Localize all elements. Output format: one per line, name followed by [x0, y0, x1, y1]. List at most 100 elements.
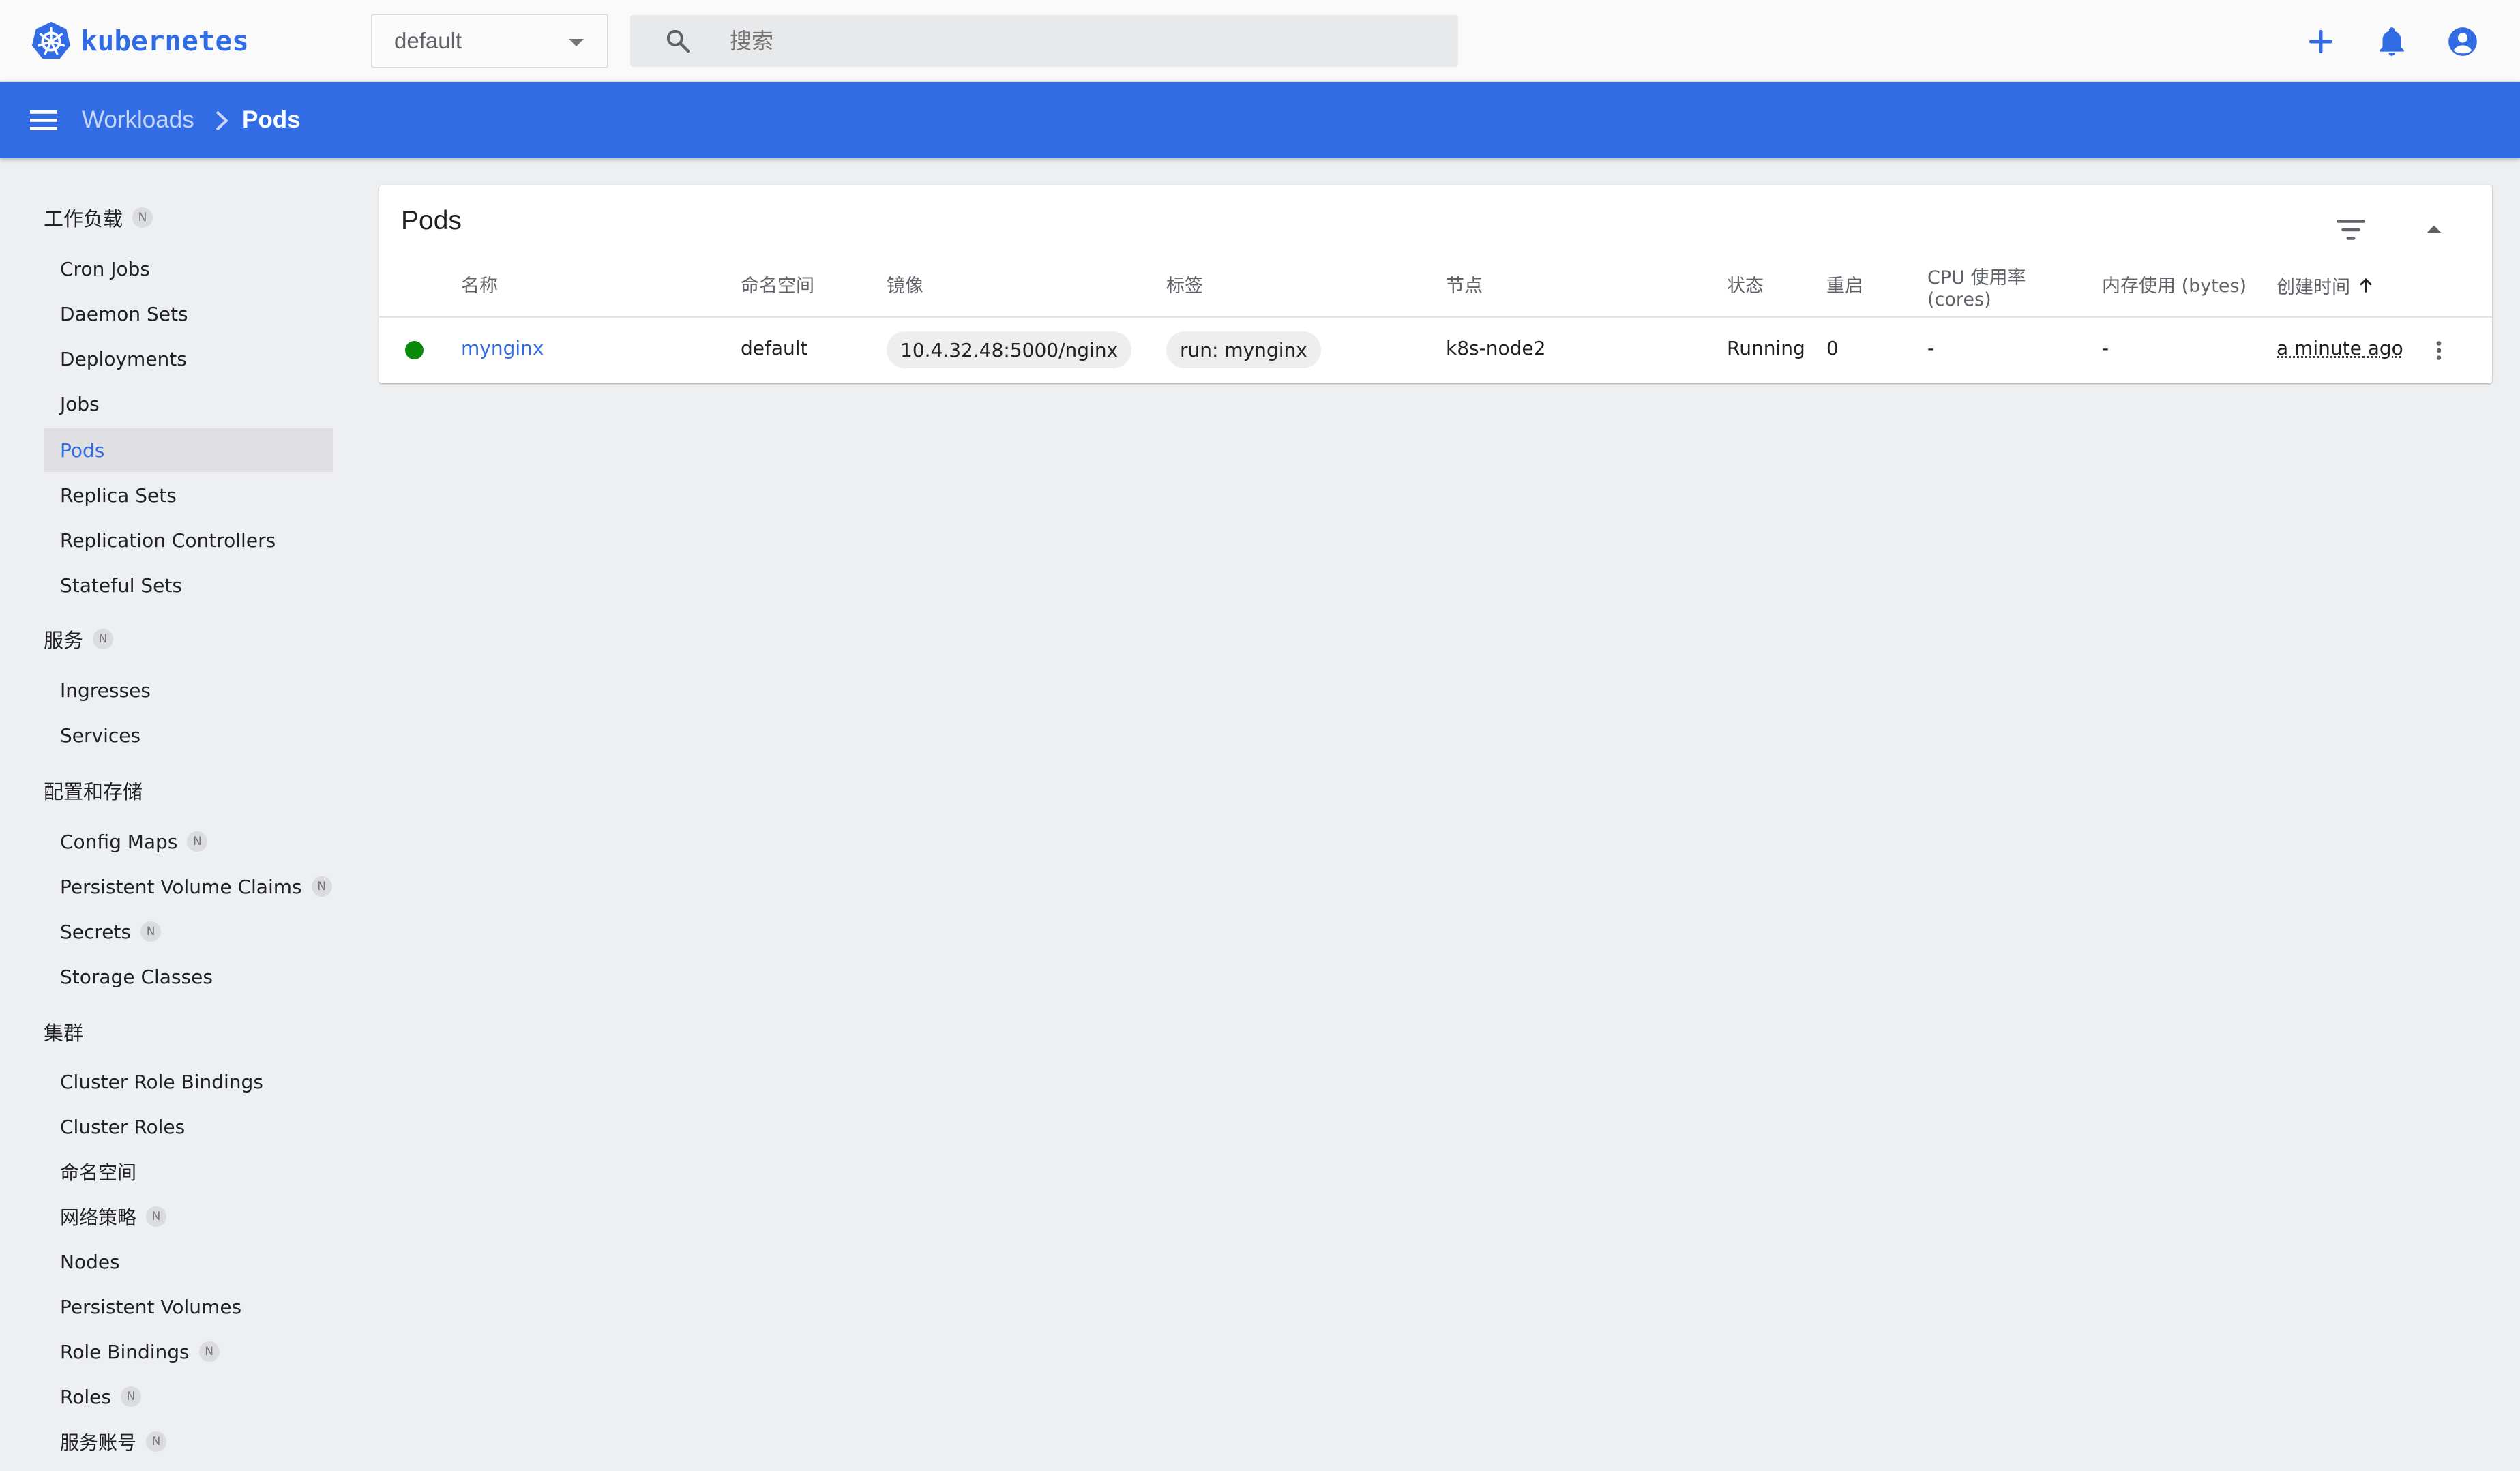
column-header-name[interactable]: 名称 — [461, 276, 498, 297]
sidebar-item-config-maps[interactable]: Config Maps N — [44, 820, 333, 863]
sort-ascending-icon — [2360, 278, 2371, 293]
account-button[interactable] — [2446, 25, 2480, 59]
column-header-cpu: CPU 使用率 (cores) — [1927, 267, 2026, 311]
sidebar-item-replica-sets[interactable]: Replica Sets — [44, 473, 333, 517]
sidebar-item-cron-jobs[interactable]: Cron Jobs — [44, 247, 333, 291]
sidebar-item-persistent-volume-claims[interactable]: Persistent Volume Claims N — [44, 865, 333, 908]
search-icon[interactable] — [664, 27, 692, 55]
search-bar — [630, 15, 1458, 67]
sidebar-item-nodes[interactable]: Nodes — [44, 1240, 333, 1283]
namespaced-badge: N — [140, 921, 162, 942]
column-header-cpu-line1: CPU 使用率 — [1927, 267, 2026, 288]
sidebar-item-label: Config Maps — [60, 830, 178, 853]
sidebar-item-persistent-volumes[interactable]: Persistent Volumes — [44, 1285, 333, 1328]
breadcrumb-workloads[interactable]: Workloads — [82, 106, 194, 134]
sidebar-item-label: Replica Sets — [60, 484, 177, 507]
sidebar-item-role-bindings[interactable]: Role Bindings N — [44, 1330, 333, 1373]
sidebar-item-label: 命名空间 — [60, 1161, 137, 1184]
collapse-icon[interactable] — [2417, 213, 2451, 247]
menu-icon[interactable] — [29, 106, 59, 134]
column-header-memory: 内存使用 (bytes) — [2102, 276, 2247, 297]
column-header-status[interactable]: 状态 — [1727, 276, 1764, 297]
pod-status: Running — [1727, 337, 1805, 359]
kubernetes-logo[interactable]: kubernetes — [30, 20, 249, 61]
sidebar-item-label: Secrets — [60, 920, 132, 943]
column-header-created[interactable]: 创建时间 — [2277, 276, 2375, 299]
brand-name: kubernetes — [80, 25, 249, 57]
sidebar-item-label: Persistent Volume Claims — [60, 875, 302, 898]
pod-namespace: default — [741, 337, 808, 359]
sidebar-section-cluster[interactable]: 集群 — [44, 1017, 83, 1046]
label-chip: run: mynginx — [1166, 331, 1321, 368]
search-input[interactable] — [730, 23, 1439, 59]
sidebar-item-jobs[interactable]: Jobs — [44, 382, 333, 426]
sidebar-item-cluster-roles[interactable]: Cluster Roles — [44, 1105, 333, 1148]
column-header-node[interactable]: 节点 — [1446, 276, 1483, 297]
sidebar-item-ingresses[interactable]: Ingresses — [44, 668, 333, 712]
status-running-icon — [405, 341, 424, 359]
column-header-restarts[interactable]: 重启 — [1826, 276, 1863, 297]
top-toolbar: kubernetes default — [0, 0, 2520, 82]
filter-icon[interactable] — [2334, 213, 2368, 247]
sidebar-item-label: Pods — [60, 439, 105, 462]
plus-icon — [2309, 29, 2333, 54]
sidebar-section-label: 配置和存储 — [44, 780, 143, 803]
namespaced-badge: N — [120, 1386, 141, 1407]
pods-card: Pods 名称 命名空间 镜像 标签 节点 状态 重启 CPU 使用率 (cor… — [379, 185, 2492, 383]
sidebar-section-label: 工作负载 — [44, 207, 123, 231]
notifications-button[interactable] — [2375, 25, 2409, 59]
sidebar-item-label: Persistent Volumes — [60, 1295, 242, 1318]
sidebar-item-cluster-role-bindings[interactable]: Cluster Role Bindings — [44, 1060, 333, 1103]
sidebar-item-label: Nodes — [60, 1250, 120, 1273]
sidebar-item-daemon-sets[interactable]: Daemon Sets — [44, 292, 333, 336]
namespaced-badge: N — [198, 1341, 220, 1362]
header-divider — [379, 316, 2492, 318]
sidebar-item-replication-controllers[interactable]: Replication Controllers — [44, 518, 333, 562]
sidebar-section-label: 集群 — [44, 1022, 84, 1045]
more-vert-icon[interactable] — [2427, 337, 2451, 364]
namespaced-badge: N — [146, 1431, 167, 1452]
kubernetes-wheel-icon — [31, 21, 71, 59]
sidebar-section-label: 服务 — [44, 629, 84, 652]
column-header-created-label: 创建时间 — [2277, 277, 2350, 298]
dropdown-caret-icon — [569, 39, 584, 46]
namespace-select-value: default — [394, 28, 462, 53]
namespace-select[interactable]: default — [371, 14, 608, 68]
sidebar-item-network-policies[interactable]: 网络策略 N — [44, 1195, 333, 1238]
sidebar-section-services[interactable]: 服务 N — [44, 625, 114, 653]
sidebar-item-label: Jobs — [60, 392, 100, 415]
sidebar-item-label: Ingresses — [60, 679, 151, 702]
sidebar-section-workloads[interactable]: 工作负载 N — [44, 203, 153, 232]
sidebar-item-deployments[interactable]: Deployments — [44, 337, 333, 381]
sidebar-item-label: 服务账号 — [60, 1431, 137, 1454]
sidebar-item-label: Cluster Role Bindings — [60, 1070, 263, 1093]
namespaced-badge: N — [187, 831, 208, 852]
sidebar-item-roles[interactable]: Roles N — [44, 1375, 333, 1418]
column-header-labels: 标签 — [1166, 276, 1203, 297]
sidebar-item-storage-classes[interactable]: Storage Classes — [44, 955, 333, 998]
sidebar-section-config-storage[interactable]: 配置和存储 — [44, 776, 143, 805]
sidebar-item-label: Cluster Roles — [60, 1115, 186, 1138]
sidebar-item-label: Roles — [60, 1385, 111, 1408]
column-header-namespace[interactable]: 命名空间 — [741, 276, 814, 297]
pod-memory: - — [2102, 337, 2109, 359]
sidebar-item-pods[interactable]: Pods — [44, 428, 333, 472]
pod-name-link[interactable]: mynginx — [461, 337, 544, 359]
image-chip: 10.4.32.48:5000/nginx — [887, 331, 1132, 368]
sidebar-item-label: Role Bindings — [60, 1340, 190, 1363]
sidebar-item-label: Daemon Sets — [60, 302, 188, 325]
sidebar-item-secrets[interactable]: Secrets N — [44, 910, 333, 953]
namespaced-badge: N — [93, 629, 114, 649]
column-header-image: 镜像 — [887, 276, 923, 297]
sidebar-item-namespaces[interactable]: 命名空间 — [44, 1150, 333, 1193]
sidebar-item-service-accounts[interactable]: 服务账号 N — [44, 1420, 333, 1463]
sidebar-item-label: Deployments — [60, 347, 187, 370]
page-header: Workloads Pods — [0, 82, 2520, 158]
pod-node[interactable]: k8s-node2 — [1446, 337, 1545, 359]
chevron-right-icon — [216, 110, 228, 131]
sidebar-item-services[interactable]: Services — [44, 713, 333, 757]
create-button[interactable] — [2304, 25, 2338, 59]
sidebar-item-label: 网络策略 — [60, 1206, 137, 1229]
sidebar-item-stateful-sets[interactable]: Stateful Sets — [44, 563, 333, 607]
sidebar-item-label: Services — [60, 724, 141, 747]
